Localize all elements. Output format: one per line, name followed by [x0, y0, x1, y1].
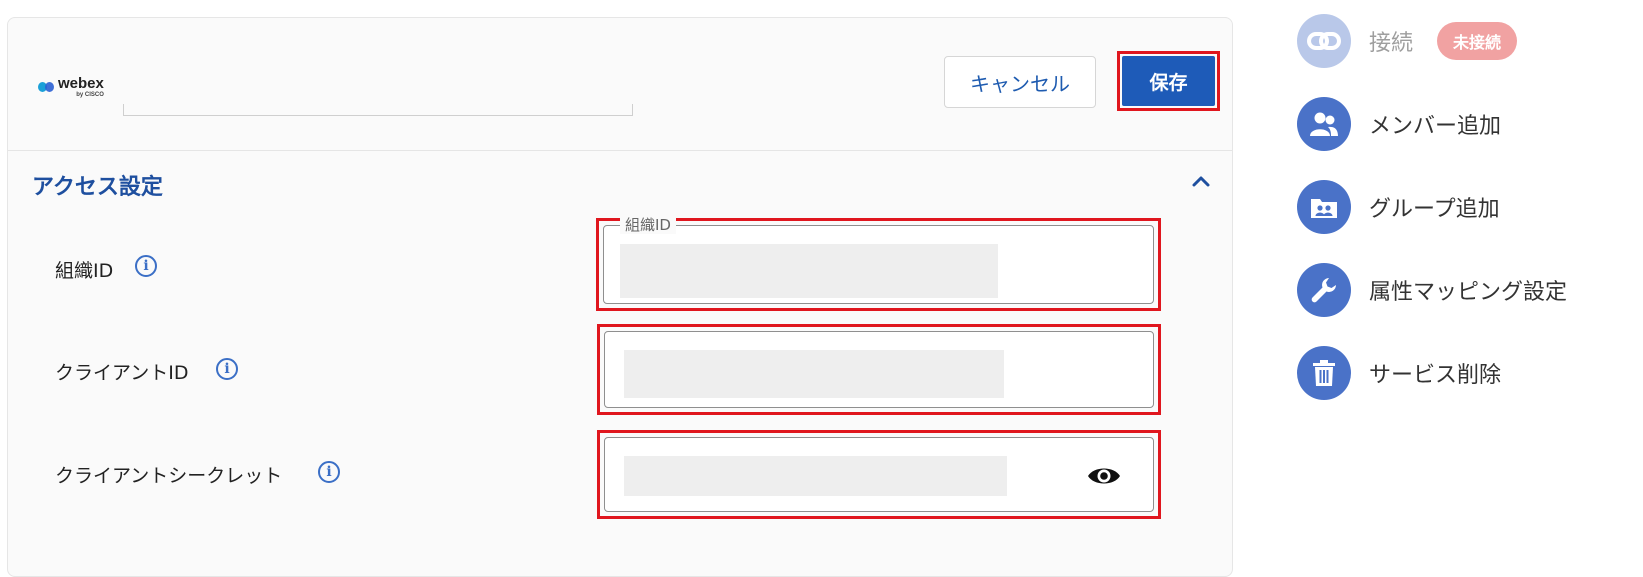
eye-icon[interactable] [1087, 464, 1121, 488]
masked-value [624, 456, 1007, 496]
logo-word: webex [58, 75, 104, 92]
client-id-label: クライアントID [55, 362, 189, 384]
delete-service-label: サービス削除 [1369, 363, 1502, 388]
info-icon[interactable]: i [216, 358, 238, 380]
truncated-field-bottom [123, 104, 633, 116]
masked-value [624, 350, 1004, 398]
wrench-icon [1297, 263, 1351, 317]
org-id-highlight: 組織ID [596, 216, 1161, 311]
sidebar-item-connect[interactable]: 接続 未接続 [1297, 14, 1518, 68]
masked-value [620, 244, 998, 298]
settings-panel: webex by CISCO キャンセル 保存 アクセス設定 組織ID i 組織… [7, 17, 1233, 577]
chevron-up-icon[interactable] [1191, 171, 1211, 191]
section-divider [8, 150, 1232, 151]
webex-logo: webex by CISCO [38, 76, 104, 98]
attribute-mapping-label: 属性マッピング設定 [1369, 280, 1568, 305]
client-id-input[interactable] [604, 331, 1154, 408]
info-icon[interactable]: i [135, 255, 157, 277]
sidebar-item-add-member[interactable]: メンバー追加 [1297, 97, 1501, 151]
info-icon[interactable]: i [318, 461, 340, 483]
save-button-highlight: 保存 [1117, 51, 1220, 111]
webex-logo-mark [38, 81, 54, 93]
people-icon [1297, 97, 1351, 151]
status-badge: 未接続 [1437, 22, 1518, 60]
cancel-button[interactable]: キャンセル [944, 56, 1096, 108]
logo-sub: by CISCO [76, 92, 104, 98]
org-id-input[interactable]: 組織ID [603, 216, 1154, 304]
trash-icon [1297, 346, 1351, 400]
group-folder-icon [1297, 180, 1351, 234]
org-id-label: 組織ID [55, 260, 114, 282]
client-secret-label: クライアントシークレット [55, 465, 283, 487]
add-group-label: グループ追加 [1369, 197, 1500, 222]
add-member-label: メンバー追加 [1369, 114, 1502, 139]
client-secret-input[interactable] [604, 437, 1154, 512]
save-button[interactable]: 保存 [1122, 56, 1215, 106]
sidebar-item-delete-service[interactable]: サービス削除 [1297, 346, 1501, 400]
section-title: アクセス設定 [32, 175, 163, 200]
link-icon [1297, 14, 1351, 68]
sidebar-item-attribute-mapping[interactable]: 属性マッピング設定 [1297, 263, 1567, 317]
client-secret-highlight [597, 430, 1161, 519]
sidebar-item-add-group[interactable]: グループ追加 [1297, 180, 1500, 234]
org-id-legend: 組織ID [620, 216, 676, 234]
connect-label: 接続 [1369, 31, 1414, 56]
client-id-highlight [597, 324, 1161, 415]
